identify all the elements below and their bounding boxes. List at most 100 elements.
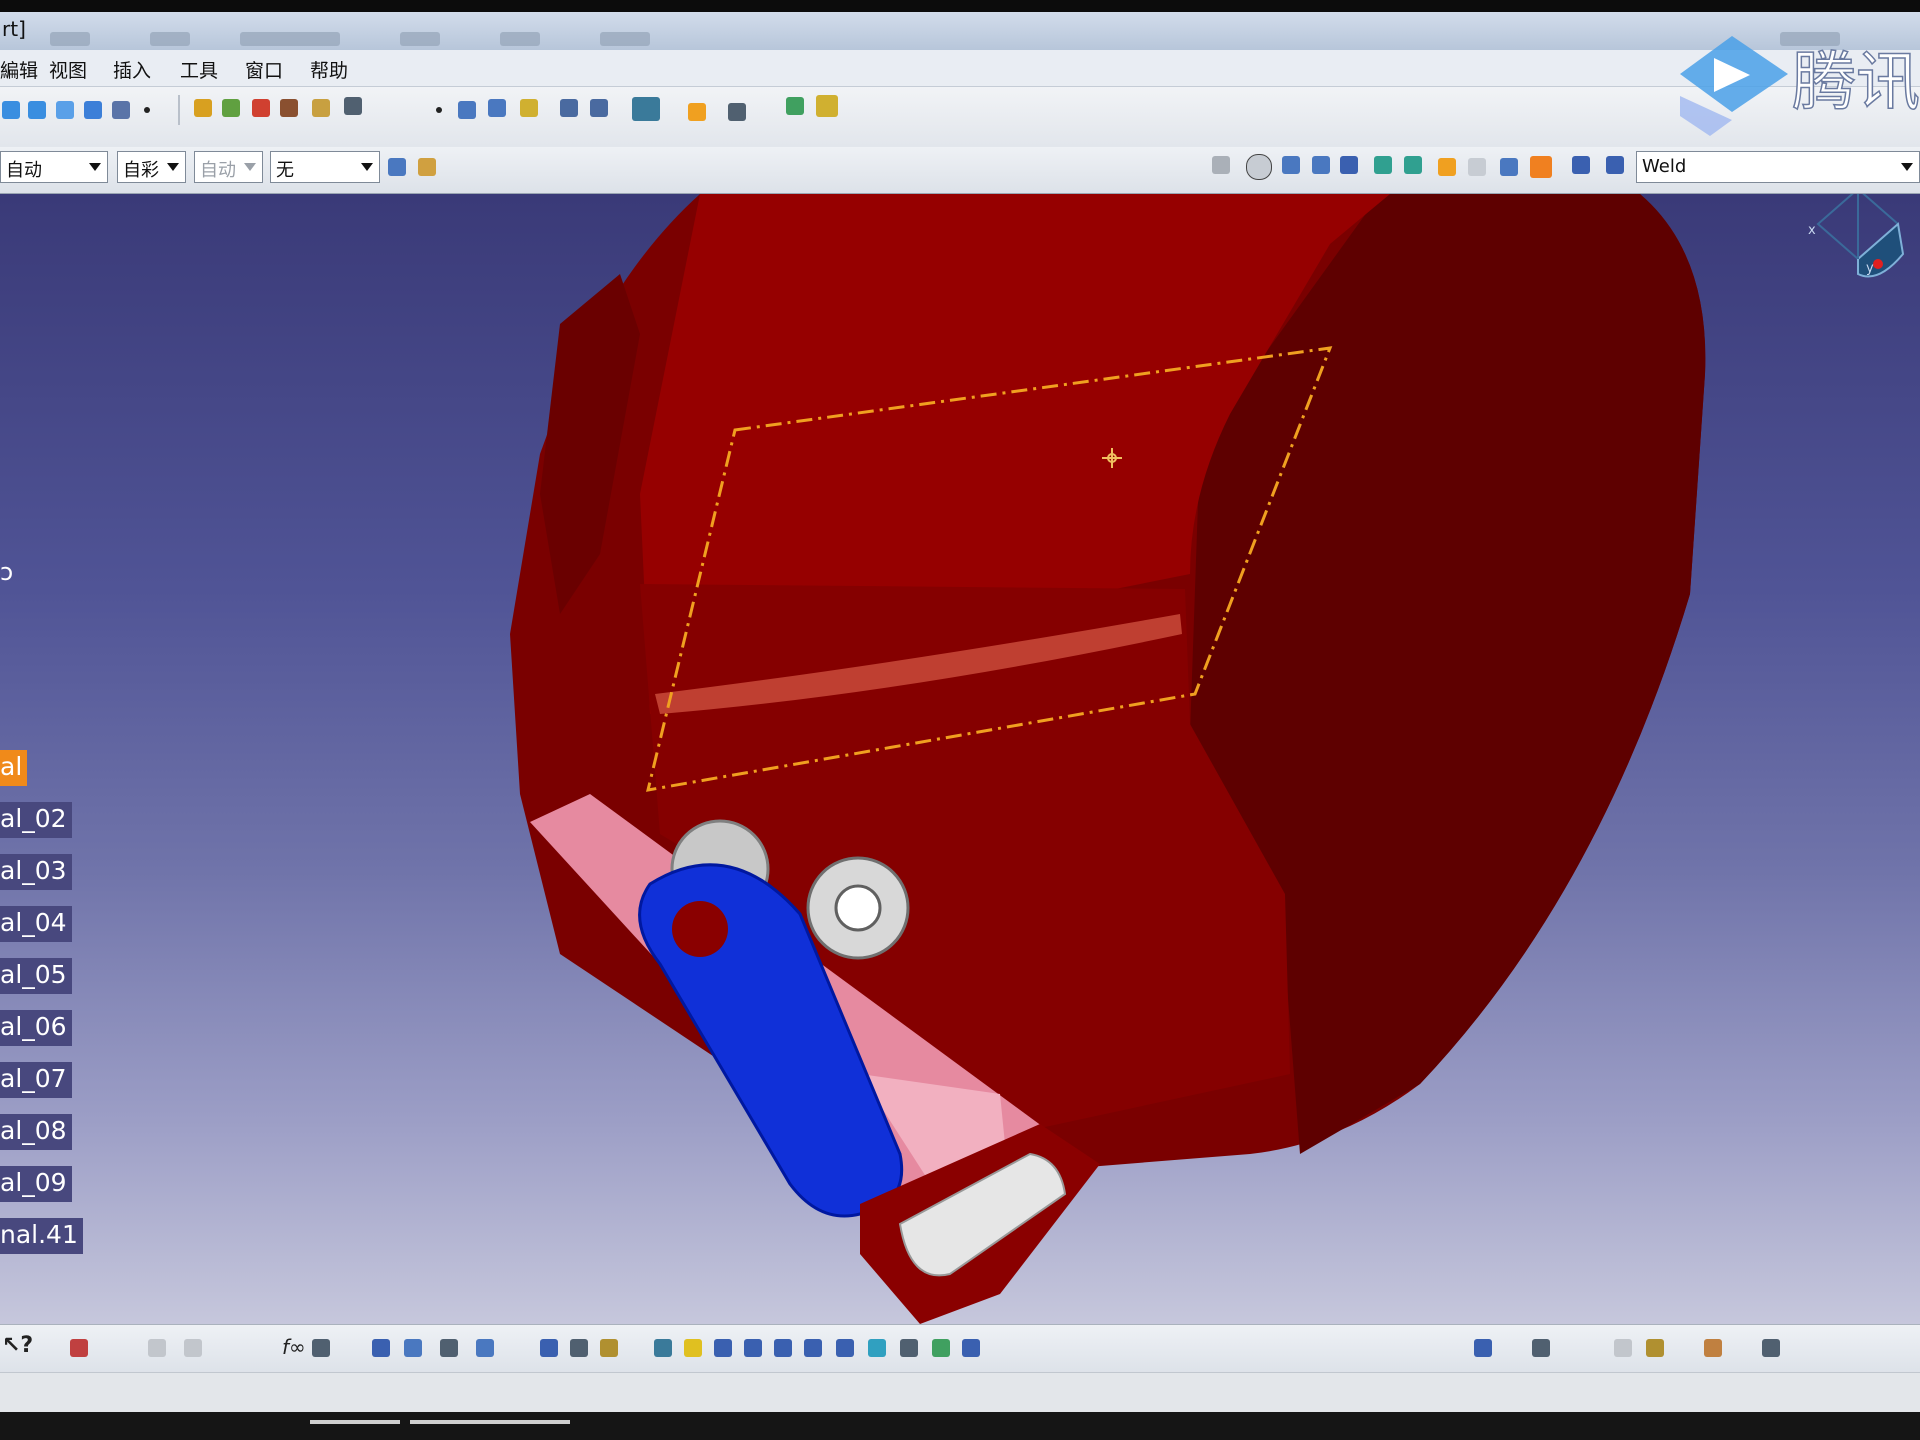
hand-icon[interactable] <box>1246 154 1272 180</box>
weld-combo[interactable]: Weld <box>1636 151 1920 183</box>
bulb-icon[interactable] <box>600 1339 618 1357</box>
tree-node[interactable]: al_07 <box>0 1062 72 1098</box>
hierarchy-icon[interactable] <box>1500 158 1518 176</box>
line-type-combo[interactable]: 自动 <box>0 151 108 183</box>
refresh-icon[interactable] <box>28 101 46 119</box>
fly-icon[interactable] <box>654 1339 672 1357</box>
cube-icon[interactable] <box>1374 156 1392 174</box>
tree-icon[interactable] <box>1312 156 1330 174</box>
pan-icon[interactable] <box>714 1339 732 1357</box>
pad-icon[interactable] <box>222 99 240 117</box>
status-bar <box>0 1372 1920 1413</box>
snapshot-icon[interactable] <box>1614 1339 1632 1357</box>
flag-icon[interactable] <box>570 1339 588 1357</box>
rotate-icon[interactable] <box>744 1339 762 1357</box>
table-icon[interactable] <box>372 1339 390 1357</box>
taskbar-item[interactable] <box>310 1420 400 1424</box>
brush-icon[interactable] <box>418 158 436 176</box>
grid-icon[interactable] <box>112 101 130 119</box>
house-icon[interactable] <box>1646 1339 1664 1357</box>
menu-help[interactable]: 帮助 <box>310 56 348 83</box>
curve-icon[interactable] <box>458 101 476 119</box>
body-icon[interactable] <box>560 99 578 117</box>
scatter-icon[interactable] <box>404 1339 422 1357</box>
render-style-icon[interactable] <box>900 1339 918 1357</box>
tools-icon[interactable] <box>70 1339 88 1357</box>
menu-view[interactable]: 视图 <box>49 56 87 83</box>
menu-edit[interactable]: 編辑 <box>0 56 38 83</box>
tree-node-selected[interactable]: al <box>0 750 28 786</box>
paint-icon[interactable] <box>388 158 406 176</box>
line-weight-combo[interactable]: 自彩 <box>117 151 186 183</box>
measure-item-icon[interactable] <box>1704 1339 1722 1357</box>
param-icon[interactable] <box>688 103 706 121</box>
camera-icon[interactable] <box>1532 1339 1550 1357</box>
part-model[interactable]: x y z <box>0 194 1920 1324</box>
taskbar-item[interactable] <box>410 1420 570 1424</box>
print-icon[interactable] <box>1762 1339 1780 1357</box>
apply-material-icon[interactable] <box>1530 156 1552 178</box>
formula-icon[interactable] <box>728 103 746 121</box>
material-icon[interactable] <box>1474 1339 1492 1357</box>
body-alt-icon[interactable] <box>590 99 608 117</box>
comment-icon[interactable] <box>312 1339 330 1357</box>
analysis-icon[interactable] <box>56 101 74 119</box>
constraint-icon[interactable] <box>194 99 212 117</box>
shaft-icon[interactable] <box>280 99 298 117</box>
chevron-down-icon <box>244 163 256 171</box>
compass-widget[interactable]: x y z <box>1808 194 1905 278</box>
iso-view-icon[interactable] <box>868 1339 886 1357</box>
tree-node[interactable]: al_06 <box>0 1010 72 1046</box>
hide-show-icon[interactable] <box>932 1339 950 1357</box>
hole-icon[interactable] <box>312 99 330 117</box>
pocket-icon[interactable] <box>252 99 270 117</box>
lock-icon[interactable] <box>440 1339 458 1357</box>
section-icon[interactable] <box>1468 158 1486 176</box>
tree-node[interactable]: al_03 <box>0 854 72 890</box>
swap-space-icon[interactable] <box>962 1339 980 1357</box>
rib-icon[interactable] <box>344 97 362 115</box>
menu-tools[interactable]: 工具 <box>180 56 218 83</box>
menu-insert[interactable]: 插入 <box>113 56 151 83</box>
combo-value: 无 <box>276 160 294 181</box>
layers-icon[interactable] <box>1572 156 1590 174</box>
arc-icon[interactable] <box>488 99 506 117</box>
assembly-icon[interactable] <box>632 97 660 121</box>
cube-alt-icon[interactable] <box>1404 156 1422 174</box>
knowledge-icon[interactable] <box>816 95 838 117</box>
table-icon[interactable] <box>1340 156 1358 174</box>
tree-node[interactable]: al_09 <box>0 1166 72 1202</box>
measure-icon[interactable] <box>1438 158 1456 176</box>
gear-hub <box>834 884 882 932</box>
tree-node-label: al_08 <box>0 1116 67 1145</box>
formula-icon[interactable]: f∞ <box>282 1335 306 1359</box>
dot-icon[interactable] <box>144 107 150 113</box>
cylinder-icon[interactable] <box>84 101 102 119</box>
3d-viewport[interactable]: x y z ɔ <box>0 194 1920 1324</box>
tree-node[interactable]: al_02 <box>0 802 72 838</box>
render-icon[interactable] <box>1606 156 1624 174</box>
color-combo[interactable]: 无 <box>270 151 380 183</box>
tree-node[interactable]: nal.41 <box>0 1218 83 1254</box>
normal-view-icon[interactable] <box>836 1339 854 1357</box>
window-title: rt] <box>2 17 26 41</box>
sketch-icon[interactable] <box>2 101 20 119</box>
tree-expand-icon[interactable] <box>476 1339 494 1357</box>
lever-pivot <box>672 901 728 957</box>
menu-window[interactable]: 窗口 <box>245 56 283 83</box>
tree-node[interactable]: al_04 <box>0 906 72 942</box>
catalog-icon[interactable] <box>786 97 804 115</box>
whats-this-icon[interactable]: ↖? <box>2 1333 33 1358</box>
title-bar <box>0 12 1920 50</box>
axis-icon[interactable] <box>1282 156 1300 174</box>
align-icon[interactable] <box>540 1339 558 1357</box>
tree-node[interactable]: al_05 <box>0 958 72 994</box>
fly-mode-icon[interactable] <box>1212 156 1230 174</box>
bottom-toolbar: ↖? f∞ <box>0 1324 1920 1373</box>
tree-node[interactable]: al_08 <box>0 1114 72 1150</box>
point-icon[interactable] <box>436 107 442 113</box>
fit-all-icon[interactable] <box>684 1339 702 1357</box>
plane-icon[interactable] <box>520 99 538 117</box>
zoom-out-icon[interactable] <box>804 1339 822 1357</box>
zoom-in-icon[interactable] <box>774 1339 792 1357</box>
